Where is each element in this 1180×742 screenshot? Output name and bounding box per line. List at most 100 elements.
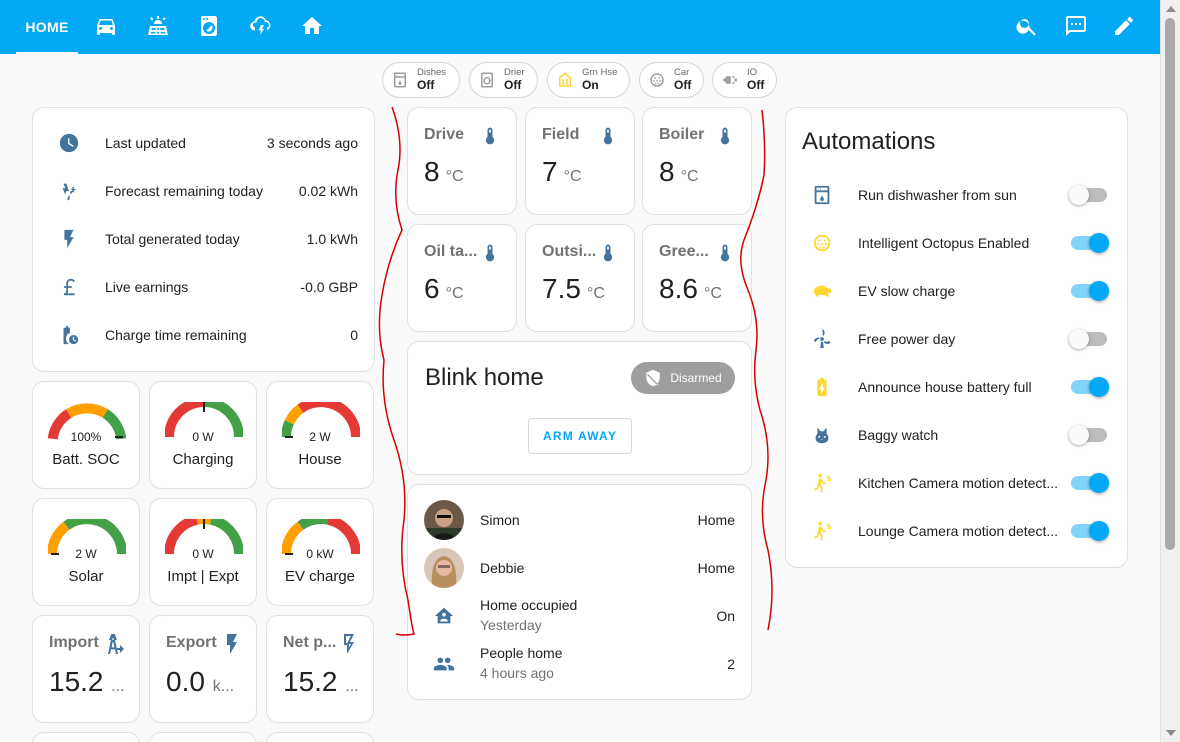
arm-away-button[interactable]: ARM AWAY <box>528 418 632 454</box>
gauge-card-import-export[interactable]: 0 W Impt | Expt <box>149 498 257 606</box>
gauge-value: 0 W <box>192 547 214 561</box>
automation-toggle[interactable] <box>1071 377 1109 397</box>
automation-toggle[interactable] <box>1069 425 1107 445</box>
gauge-value: 2 W <box>75 547 97 561</box>
gauge-card-ev-charge[interactable]: 0 kW EV charge <box>266 498 374 606</box>
automation-toggle[interactable] <box>1071 233 1109 253</box>
temp-name: Drive <box>424 126 465 143</box>
automation-toggle[interactable] <box>1071 521 1109 541</box>
automations-title: Automations <box>802 128 936 155</box>
gauge-card-battery-soc[interactable]: 100% Batt. SOC <box>32 381 140 489</box>
automation-row[interactable]: Kitchen Camera motion detect... <box>786 459 1127 507</box>
stat-card-partial[interactable] <box>32 732 140 742</box>
solar-panel-icon[interactable] <box>145 13 171 39</box>
chip-greenhouse[interactable]: Grn Hse On <box>547 62 630 98</box>
automation-row[interactable]: Intelligent Octopus Enabled <box>786 219 1127 267</box>
washing-machine-icon[interactable] <box>196 13 222 39</box>
cloud-lightning-icon[interactable] <box>248 13 274 39</box>
info-row-live-earnings[interactable]: Live earnings -0.0 GBP <box>33 263 374 311</box>
motion-sensor-icon <box>810 519 834 543</box>
scroll-thumb[interactable] <box>1165 18 1175 550</box>
stat-card-export[interactable]: Export 0.0 k... <box>149 615 257 723</box>
automation-label: Lounge Camera motion detect... <box>858 523 1058 539</box>
battery-clock-icon <box>57 323 81 347</box>
automation-row[interactable]: Lounge Camera motion detect... <box>786 507 1127 555</box>
house-icon[interactable] <box>299 13 325 39</box>
automation-row[interactable]: EV slow charge <box>786 267 1127 315</box>
automation-row[interactable]: Run dishwasher from sun <box>786 171 1127 219</box>
gauge-card-house[interactable]: 2 W House <box>266 381 374 489</box>
top-app-bar: HOME <box>0 0 1160 54</box>
temp-card-boiler[interactable]: Boiler 8 °C <box>642 107 752 215</box>
automation-label: Baggy watch <box>858 427 939 443</box>
person-row-debbie[interactable]: Debbie Home <box>408 544 751 592</box>
gauge-card-solar[interactable]: 2 W Solar <box>32 498 140 606</box>
gauge-card-charging[interactable]: 0 W Charging <box>149 381 257 489</box>
stat-card-import[interactable]: Import 15.2 ... <box>32 615 140 723</box>
chat-icon[interactable] <box>1063 13 1089 39</box>
temp-card-outside[interactable]: Outsi... 7.5 °C <box>525 224 635 332</box>
automation-label: EV slow charge <box>858 283 956 299</box>
automation-row[interactable]: Baggy watch <box>786 411 1127 459</box>
automation-label: Intelligent Octopus Enabled <box>858 235 1030 251</box>
alarm-status-badge[interactable]: Disarmed <box>631 362 735 394</box>
wind-turbine-icon <box>810 327 834 351</box>
car-icon[interactable] <box>93 13 119 39</box>
automation-toggle[interactable] <box>1069 329 1107 349</box>
thermometer-icon <box>598 124 618 148</box>
automation-label: Run dishwasher from sun <box>858 187 1017 203</box>
info-label: Forecast remaining today <box>105 183 263 199</box>
pencil-icon[interactable] <box>1111 13 1137 39</box>
chip-state: Off <box>674 77 692 92</box>
stat-card-net-power[interactable]: Net p... 15.2 ... <box>266 615 374 723</box>
automation-toggle[interactable] <box>1071 473 1109 493</box>
transmission-tower-import-icon <box>103 632 127 656</box>
thermometer-icon <box>598 241 618 265</box>
temp-name: Outsi... <box>542 243 597 260</box>
automation-row[interactable]: Announce house battery full <box>786 363 1127 411</box>
presence-row-people-home[interactable]: People home 4 hours ago 2 <box>408 640 751 688</box>
automation-row[interactable]: Free power day <box>786 315 1127 363</box>
scroll-down-arrow[interactable] <box>1166 730 1176 736</box>
weather-lightning-icon <box>57 179 81 203</box>
person-name: Simon <box>480 512 520 528</box>
chip-state: On <box>582 77 599 92</box>
temp-card-drive[interactable]: Drive 8 °C <box>407 107 517 215</box>
chip-io[interactable]: IO Off <box>712 62 777 98</box>
info-row-forecast[interactable]: Forecast remaining today 0.02 kWh <box>33 167 374 215</box>
temp-card-field[interactable]: Field 7 °C <box>525 107 635 215</box>
automation-toggle[interactable] <box>1069 185 1107 205</box>
chip-state: Off <box>747 77 765 92</box>
info-row-charge-time[interactable]: Charge time remaining 0 <box>33 311 374 359</box>
automation-toggle[interactable] <box>1071 281 1109 301</box>
info-row-total-generated[interactable]: Total generated today 1.0 kWh <box>33 215 374 263</box>
flash-icon <box>57 227 81 251</box>
dishwasher-icon <box>391 71 409 89</box>
temp-name: Field <box>542 126 580 143</box>
person-row-simon[interactable]: Simon Home <box>408 496 751 544</box>
thermometer-icon <box>715 241 735 265</box>
stat-card-partial[interactable] <box>266 732 374 742</box>
automation-label: Free power day <box>858 331 956 347</box>
tab-home[interactable]: HOME <box>16 0 78 54</box>
info-row-last-updated[interactable]: Last updated 3 seconds ago <box>33 119 374 167</box>
chip-car[interactable]: Car Off <box>639 62 704 98</box>
gauge-name: Charging <box>172 451 234 468</box>
power-plug-icon <box>721 71 739 89</box>
scroll-up-arrow[interactable] <box>1166 6 1176 12</box>
page-scrollbar[interactable] <box>1160 0 1180 742</box>
tumble-dryer-icon <box>478 71 496 89</box>
thermometer-icon <box>480 241 500 265</box>
presence-row-home-occupied[interactable]: Home occupied Yesterday On <box>408 592 751 640</box>
presence-time: 4 hours ago <box>480 665 554 681</box>
gauge-name: House <box>298 451 342 468</box>
chip-drier[interactable]: Drier Off <box>469 62 538 98</box>
temp-card-oil-tank[interactable]: Oil ta... 6 °C <box>407 224 517 332</box>
info-value: -0.0 GBP <box>300 279 358 295</box>
stat-card-partial[interactable] <box>149 732 257 742</box>
chip-state: Off <box>504 77 522 92</box>
chip-dishes[interactable]: Dishes Off <box>382 62 460 98</box>
temp-card-greenhouse[interactable]: Gree... 8.6 °C <box>642 224 752 332</box>
search-icon[interactable] <box>1014 13 1040 39</box>
info-label: Live earnings <box>105 279 189 295</box>
